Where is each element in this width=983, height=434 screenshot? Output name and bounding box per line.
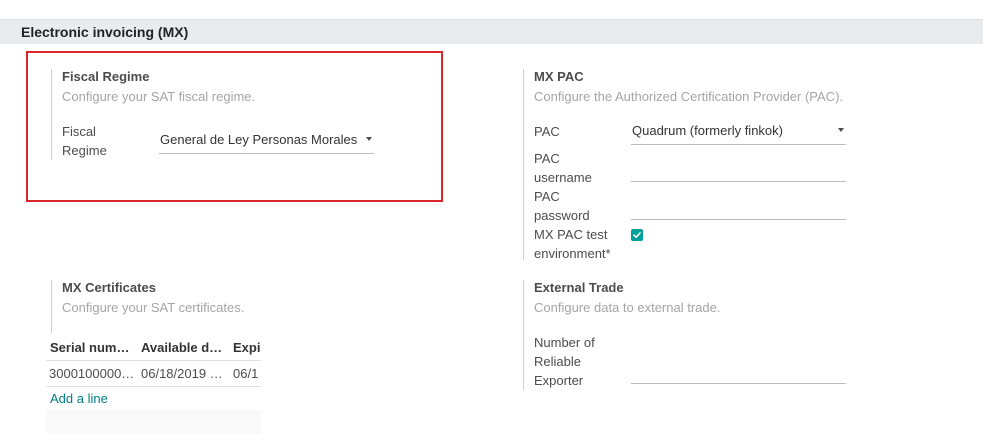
mx-pac-description: Configure the Authorized Certification P… xyxy=(534,89,844,104)
certificates-table: Serial num… Available d… Expi 3000100000… xyxy=(46,336,261,434)
chevron-down-icon xyxy=(366,137,372,141)
fiscal-regime-label-line1: Fiscal xyxy=(62,124,96,139)
add-line-link[interactable]: Add a line xyxy=(50,391,108,406)
cell-serial: 3000100000… xyxy=(49,366,135,381)
pac-password-label-line2: password xyxy=(534,208,590,223)
mx-pac-title: MX PAC xyxy=(534,69,584,84)
pac-password-label: PAC password xyxy=(534,187,590,225)
checkmark-icon xyxy=(633,232,641,238)
pac-username-label-line1: PAC xyxy=(534,151,560,166)
pac-test-env-label-line1: MX PAC test xyxy=(534,227,608,242)
table-header: Serial num… Available d… Expi xyxy=(46,336,261,361)
cell-available: 06/18/2019 … xyxy=(141,366,223,381)
fiscal-regime-label: Fiscal Regime xyxy=(62,122,107,160)
pac-test-env-label-line2: environment* xyxy=(534,246,611,261)
external-trade-description: Configure data to external trade. xyxy=(534,300,721,315)
fiscal-regime-select[interactable]: General de Ley Personas Morales xyxy=(159,130,374,154)
table-filler xyxy=(46,410,261,434)
fiscal-regime-value: General de Ley Personas Morales xyxy=(160,132,358,147)
section-title: Electronic invoicing (MX) xyxy=(21,24,189,40)
fiscal-regime-title: Fiscal Regime xyxy=(62,69,150,84)
mx-certificates-setting: MX Certificates Configure your SAT certi… xyxy=(51,280,431,333)
reliable-exporter-label-line2: Reliable xyxy=(534,354,581,369)
external-trade-title: External Trade xyxy=(534,280,624,295)
pac-test-env-label: MX PAC test environment* xyxy=(534,225,611,263)
pac-select[interactable]: Quadrum (formerly finkok) xyxy=(631,121,846,145)
reliable-exporter-label: Number of Reliable Exporter xyxy=(534,333,595,390)
cell-expiration: 06/1 xyxy=(233,366,259,381)
reliable-exporter-label-line1: Number of xyxy=(534,335,595,350)
pac-value: Quadrum (formerly finkok) xyxy=(632,123,783,138)
column-header-serial[interactable]: Serial num… xyxy=(50,340,129,355)
pac-password-input[interactable] xyxy=(631,219,846,220)
mx-certificates-description: Configure your SAT certificates. xyxy=(62,300,245,315)
fiscal-regime-label-line2: Regime xyxy=(62,143,107,158)
pac-test-env-checkbox[interactable] xyxy=(631,229,643,241)
table-row[interactable]: 3000100000… 06/18/2019 … 06/1 xyxy=(46,362,261,387)
fiscal-regime-description: Configure your SAT fiscal regime. xyxy=(62,89,256,104)
column-header-available[interactable]: Available d… xyxy=(141,340,222,355)
reliable-exporter-input[interactable] xyxy=(631,383,846,384)
column-header-expiration[interactable]: Expi xyxy=(233,340,260,355)
mx-certificates-title: MX Certificates xyxy=(62,280,156,295)
section-header: Electronic invoicing (MX) xyxy=(0,19,983,44)
pac-username-label: PAC username xyxy=(534,149,592,187)
pac-label: PAC xyxy=(534,124,560,139)
reliable-exporter-label-line3: Exporter xyxy=(534,373,584,388)
chevron-down-icon xyxy=(838,128,844,132)
pac-password-label-line1: PAC xyxy=(534,189,560,204)
pac-username-label-line2: username xyxy=(534,170,592,185)
pac-username-input[interactable] xyxy=(631,181,846,182)
